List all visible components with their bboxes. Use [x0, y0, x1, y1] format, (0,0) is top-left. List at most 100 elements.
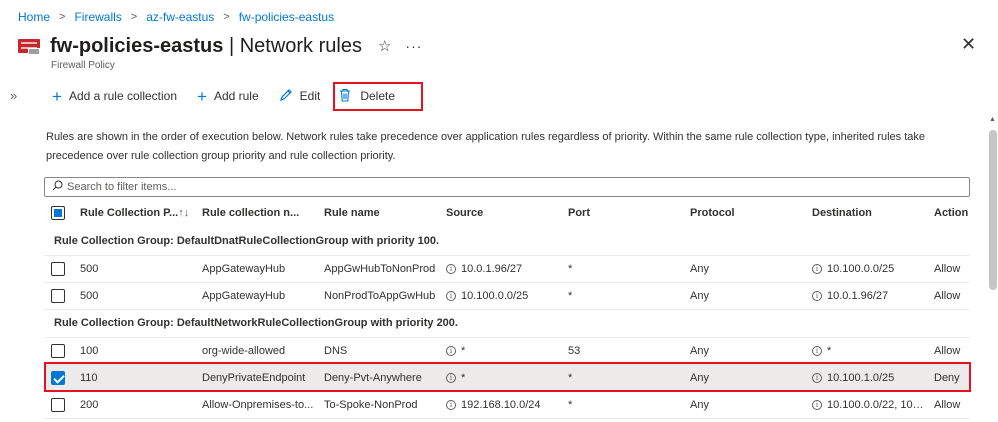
scrollbar-thumb[interactable]	[989, 130, 997, 290]
info-icon[interactable]: i	[446, 345, 456, 356]
edit-button[interactable]: Edit	[269, 82, 331, 110]
rule-collection-group-row[interactable]: Rule Collection Group: DefaultNetworkRul…	[44, 309, 970, 338]
cell-priority-value: 100	[80, 344, 99, 357]
row-checkbox[interactable]	[51, 288, 65, 303]
add-rule-collection-label: Add a rule collection	[68, 89, 178, 103]
cell-collection-value: Allow-Onpremises-to...	[202, 398, 314, 411]
expand-menu-icon[interactable]: »	[10, 88, 17, 103]
delete-button[interactable]: Delete	[333, 81, 424, 111]
column-header-priority[interactable]: Rule Collection P...↑↓	[70, 199, 192, 227]
cell-port: *	[558, 282, 680, 310]
breadcrumb-firewalls[interactable]: Firewalls	[74, 10, 121, 24]
cell-action: Deny	[924, 364, 970, 392]
cell-destination-value: 10.0.1.96/27	[827, 289, 889, 302]
info-icon[interactable]: i	[812, 345, 822, 356]
vertical-scrollbar[interactable]: ▲	[988, 116, 998, 422]
column-header-action[interactable]: Action	[924, 199, 970, 227]
cell-rule-name: To-Spoke-NonProd	[314, 391, 436, 419]
cell-source-value: *	[461, 344, 466, 357]
cell-destination-value: 10.100.0.0/25	[827, 262, 895, 275]
cell-priority: 110	[70, 364, 192, 392]
info-icon[interactable]: i	[446, 263, 456, 274]
select-all-checkbox[interactable]	[51, 206, 65, 220]
cell-rule-name-value: To-Spoke-NonProd	[324, 398, 418, 411]
cell-destination-value: 10.100.0.0/22, 10....	[827, 398, 924, 411]
info-icon[interactable]: i	[812, 290, 822, 301]
cell-protocol-value: Any	[690, 371, 709, 384]
column-header-collection[interactable]: Rule collection n...	[192, 199, 314, 227]
table-row[interactable]: 500 AppGatewayHub NonProdToAppGwHub i 10.100…	[44, 282, 970, 310]
table-row[interactable]: 100 org-wide-allowed DNS i * 53 Any i * Allow	[44, 337, 970, 365]
column-header-protocol[interactable]: Protocol	[680, 199, 802, 227]
cell-source-value: *	[461, 371, 466, 384]
breadcrumb: Home > Firewalls > az-fw-eastus > fw-pol…	[18, 10, 334, 24]
more-options-icon[interactable]: ···	[405, 38, 422, 54]
rules-description: Rules are shown in the order of executio…	[46, 131, 926, 162]
cell-source: i 10.100.0.0/25	[436, 282, 558, 310]
cell-rule-name-value: AppGwHubToNonProd	[324, 262, 436, 275]
cell-priority: 500	[70, 282, 192, 310]
cell-priority-value: 500	[80, 289, 99, 302]
breadcrumb-separator: >	[130, 11, 138, 23]
cell-protocol-value: Any	[690, 289, 709, 302]
cell-priority-value: 200	[80, 398, 99, 411]
column-header-source[interactable]: Source	[436, 199, 558, 227]
cell-protocol-value: Any	[690, 398, 709, 411]
cell-action: Allow	[924, 337, 970, 365]
cell-source: i 192.168.10.0/24	[436, 391, 558, 419]
close-icon[interactable]: ✕	[961, 34, 976, 54]
row-checkbox[interactable]	[51, 370, 65, 385]
cell-destination-value: 10.100.1.0/25	[827, 371, 895, 384]
column-header-port[interactable]: Port	[558, 199, 680, 227]
cell-protocol: Any	[680, 364, 802, 392]
info-icon[interactable]: i	[446, 290, 456, 301]
info-icon[interactable]: i	[812, 372, 822, 383]
page-title-resource: fw-policies-eastus	[50, 34, 224, 57]
cell-action: Allow	[924, 391, 970, 419]
column-header-destination[interactable]: Destination	[802, 199, 924, 227]
breadcrumb-home[interactable]: Home	[18, 10, 50, 24]
table-header-row: Rule Collection P...↑↓ Rule collection n…	[44, 199, 970, 227]
row-checkbox[interactable]	[51, 261, 65, 276]
row-checkbox[interactable]	[51, 343, 65, 358]
cell-action-value: Allow	[934, 262, 961, 275]
cell-priority: 100	[70, 337, 192, 365]
cell-collection-value: AppGatewayHub	[202, 262, 286, 275]
sort-icon[interactable]: ↑↓	[178, 207, 189, 219]
cell-collection-value: AppGatewayHub	[202, 289, 286, 302]
cell-rule-name: NonProdToAppGwHub	[314, 282, 436, 310]
column-header-rule-name[interactable]: Rule name	[314, 199, 436, 227]
table-row[interactable]: 500 AppGatewayHub AppGwHubToNonProd i 10.0.1…	[44, 255, 970, 283]
breadcrumb-policy[interactable]: fw-policies-eastus	[239, 10, 334, 24]
cell-priority-value: 500	[80, 262, 99, 275]
cell-action: Allow	[924, 255, 970, 283]
cell-source: i *	[436, 337, 558, 365]
command-bar: + Add a rule collection + Add rule Edit …	[42, 81, 424, 111]
info-icon[interactable]: i	[446, 372, 456, 383]
add-rule-button[interactable]: + Add rule	[187, 82, 269, 110]
favorite-star-icon[interactable]: ☆	[378, 37, 391, 55]
cell-protocol: Any	[680, 255, 802, 283]
table-row[interactable]: 200 Allow-Onpremises-to... To-Spoke-NonPro…	[44, 391, 970, 419]
info-icon[interactable]: i	[812, 263, 822, 274]
breadcrumb-firewall[interactable]: az-fw-eastus	[146, 10, 214, 24]
cell-rule-name: DNS	[314, 337, 436, 365]
cell-destination: i 10.100.1.0/25	[802, 364, 924, 392]
scroll-up-icon[interactable]: ▲	[989, 116, 996, 123]
info-icon[interactable]: i	[446, 399, 456, 410]
cell-rule-name-value: DNS	[324, 344, 348, 357]
cell-destination: i 10.100.0.0/22, 10....	[802, 391, 924, 419]
info-icon[interactable]: i	[812, 399, 822, 410]
filter-input[interactable]	[67, 181, 947, 193]
cell-port: 53	[558, 337, 680, 365]
cell-destination-value: *	[827, 344, 832, 357]
cell-port-value: 53	[568, 344, 581, 357]
row-checkbox[interactable]	[51, 397, 65, 412]
rule-collection-group-row[interactable]: Rule Collection Group: DefaultDnatRuleCo…	[44, 227, 970, 256]
cell-destination: i *	[802, 337, 924, 365]
table-row[interactable]: 110 DenyPrivateEndpoint Deny-Pvt-Anywhere i…	[44, 364, 970, 392]
rules-table: Rule Collection P...↑↓ Rule collection n…	[44, 199, 970, 419]
cell-port: *	[558, 364, 680, 392]
add-rule-collection-button[interactable]: + Add a rule collection	[42, 82, 187, 110]
cell-protocol: Any	[680, 337, 802, 365]
